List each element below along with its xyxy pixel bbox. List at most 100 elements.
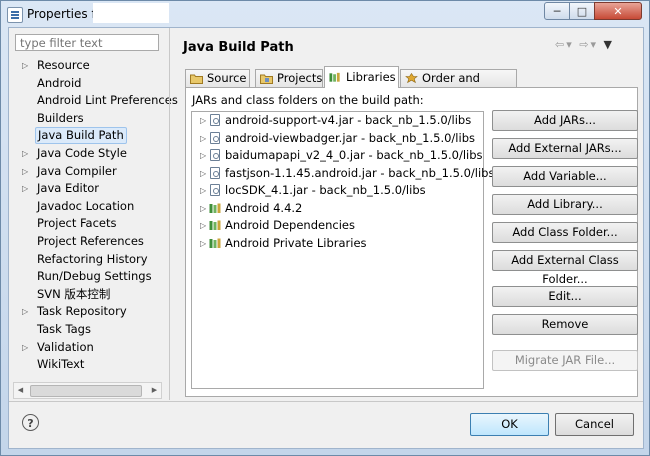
- jar-icon: [210, 184, 220, 196]
- tree-item-android-lint-preferences[interactable]: Android Lint Preferences: [13, 92, 178, 110]
- source-folder-icon: [190, 74, 203, 84]
- tree-item-task-repository[interactable]: ▷ Task Repository: [13, 303, 168, 321]
- tree-item-project-facets[interactable]: Project Facets: [13, 215, 168, 233]
- library-icon: [209, 238, 221, 248]
- list-item[interactable]: ▷ Android 4.4.2: [192, 200, 483, 218]
- tree-item-java-build-path[interactable]: Java Build Path: [13, 127, 168, 145]
- expand-arrow-icon[interactable]: ▷: [22, 303, 28, 320]
- list-item[interactable]: ▷ Android Dependencies: [192, 217, 483, 235]
- expand-arrow-icon[interactable]: ▷: [200, 200, 206, 217]
- jar-icon: [210, 131, 220, 144]
- tree-horizontal-scrollbar[interactable]: ◀ ▶: [13, 382, 162, 399]
- add-variable-button[interactable]: Add Variable...: [492, 166, 638, 187]
- ok-button[interactable]: OK: [470, 413, 549, 436]
- filter-input[interactable]: [15, 34, 159, 51]
- tree-item-project-references[interactable]: Project References: [13, 233, 168, 251]
- tree-item-label: Android Lint Preferences: [37, 93, 178, 108]
- minimize-icon: ─: [553, 5, 561, 18]
- page-title: Java Build Path: [183, 40, 294, 55]
- dialog-client-area: ▷ Resource Android Android Lint Preferences…: [8, 27, 644, 449]
- edit-button[interactable]: Edit...: [492, 286, 638, 307]
- expand-arrow-icon[interactable]: ▷: [22, 180, 28, 197]
- add-jars-button[interactable]: Add JARs...: [492, 110, 638, 131]
- tree-item-java-code-style[interactable]: ▷ Java Code Style: [13, 145, 168, 163]
- title-bar[interactable]: Properties fo ─ □ ✕: [1, 1, 649, 27]
- tree-item-label: Android: [37, 75, 82, 90]
- add-external-class-folder-button[interactable]: Add External Class Folder...: [492, 250, 638, 286]
- vertical-divider: [169, 28, 170, 400]
- minimize-button[interactable]: ─: [544, 2, 570, 20]
- expand-arrow-icon[interactable]: ▷: [22, 163, 28, 180]
- cancel-button[interactable]: Cancel: [555, 413, 634, 436]
- tree-item-javadoc-location[interactable]: Javadoc Location: [13, 198, 168, 216]
- properties-window: Properties fo ─ □ ✕ ▷ Resource Android Andr…: [0, 0, 650, 456]
- remove-button[interactable]: Remove: [492, 314, 638, 335]
- libraries-icon: [329, 72, 340, 82]
- migrate-jar-file-button[interactable]: Migrate JAR File...: [492, 350, 638, 371]
- expand-arrow-icon[interactable]: ▷: [200, 147, 206, 164]
- library-list[interactable]: ▷ android-support-v4.jar - back_nb_1.5.0/…: [191, 111, 494, 389]
- close-icon: ✕: [613, 5, 623, 18]
- list-item[interactable]: ▷ locSDK_4.1.jar - back_nb_1.5.0/libs: [192, 182, 483, 200]
- tree-item-refactoring-history[interactable]: Refactoring History: [13, 251, 168, 269]
- tab-projects[interactable]: Projects: [255, 69, 323, 87]
- tree-item-label: Task Repository: [37, 304, 127, 319]
- list-item-label: Android 4.4.2: [225, 200, 303, 215]
- jar-icon: [210, 149, 220, 161]
- list-item[interactable]: ▷ baidumapapi_v2_4_0.jar - back_nb_1.5.0/…: [192, 147, 483, 165]
- tree-item-java-compiler[interactable]: ▷ Java Compiler: [13, 163, 168, 181]
- tree-item-run-debug-settings[interactable]: Run/Debug Settings: [13, 268, 168, 286]
- tab-order-and-export[interactable]: Order and Export: [400, 69, 517, 102]
- tree-item-wikitext[interactable]: WikiText: [13, 356, 168, 374]
- tree-item-java-editor[interactable]: ▷ Java Editor: [13, 180, 168, 198]
- expand-arrow-icon[interactable]: ▷: [200, 112, 206, 129]
- list-item[interactable]: ▷ android-support-v4.jar - back_nb_1.5.0/…: [192, 112, 483, 130]
- jar-icon: [210, 114, 220, 126]
- list-item[interactable]: ▷ android-viewbadger.jar - back_nb_1.5.0/…: [192, 130, 483, 148]
- maximize-button[interactable]: □: [569, 2, 595, 20]
- tree-item-validation[interactable]: ▷ Validation: [13, 339, 168, 357]
- expand-arrow-icon[interactable]: ▷: [22, 57, 28, 74]
- tree-item-builders[interactable]: Builders: [13, 110, 168, 128]
- tree-item-task-tags[interactable]: Task Tags: [13, 321, 168, 339]
- add-external-jars-button[interactable]: Add External JARs...: [492, 138, 638, 159]
- expand-arrow-icon[interactable]: ▷: [200, 217, 206, 234]
- tab-label: Source: [207, 71, 247, 85]
- add-class-folder-button[interactable]: Add Class Folder...: [492, 222, 638, 243]
- tab-source[interactable]: Source: [185, 69, 250, 87]
- window-title: Properties fo: [27, 7, 104, 21]
- list-item[interactable]: ▷ fastjson-1.1.45.android.jar - back_nb_1…: [192, 165, 494, 183]
- tree-item-label: Java Build Path: [35, 127, 127, 145]
- redacted-area: [93, 3, 169, 23]
- scroll-left-icon[interactable]: ◀: [14, 383, 27, 398]
- scrollbar-thumb[interactable]: [30, 385, 142, 397]
- tree-item-label: Java Editor: [37, 181, 99, 196]
- page-navigation: ⇦▾ ⇨▾ ▼: [555, 38, 614, 51]
- tree-item-svn[interactable]: SVN 版本控制: [13, 286, 168, 304]
- tree-item-android[interactable]: Android: [13, 75, 168, 93]
- forward-menu-icon[interactable]: ▾: [590, 38, 598, 51]
- list-item-label: android-support-v4.jar - back_nb_1.5.0/l…: [225, 113, 472, 127]
- expand-arrow-icon[interactable]: ▷: [22, 145, 28, 162]
- forward-arrow-icon[interactable]: ⇨: [579, 38, 590, 51]
- help-icon[interactable]: ?: [22, 414, 39, 431]
- library-icon: [209, 203, 221, 213]
- expand-arrow-icon[interactable]: ▷: [22, 339, 28, 356]
- back-arrow-icon[interactable]: ⇦: [555, 38, 566, 51]
- list-item[interactable]: ▷ Android Private Libraries: [192, 235, 483, 253]
- tree-item-resource[interactable]: ▷ Resource: [13, 57, 168, 75]
- view-menu-icon[interactable]: ▼: [604, 38, 614, 51]
- projects-folder-icon: [260, 74, 273, 84]
- footer-separator: [9, 401, 643, 402]
- scroll-right-icon[interactable]: ▶: [148, 383, 161, 398]
- tab-libraries[interactable]: Libraries: [324, 66, 399, 88]
- add-library-button[interactable]: Add Library...: [492, 194, 638, 215]
- back-menu-icon[interactable]: ▾: [566, 38, 574, 51]
- expand-arrow-icon[interactable]: ▷: [200, 130, 206, 147]
- expand-arrow-icon[interactable]: ▷: [200, 182, 206, 199]
- expand-arrow-icon[interactable]: ▷: [200, 165, 206, 182]
- library-icon: [209, 220, 221, 230]
- expand-arrow-icon[interactable]: ▷: [200, 235, 206, 252]
- close-button[interactable]: ✕: [594, 2, 642, 20]
- tree-item-label: Project References: [37, 233, 144, 248]
